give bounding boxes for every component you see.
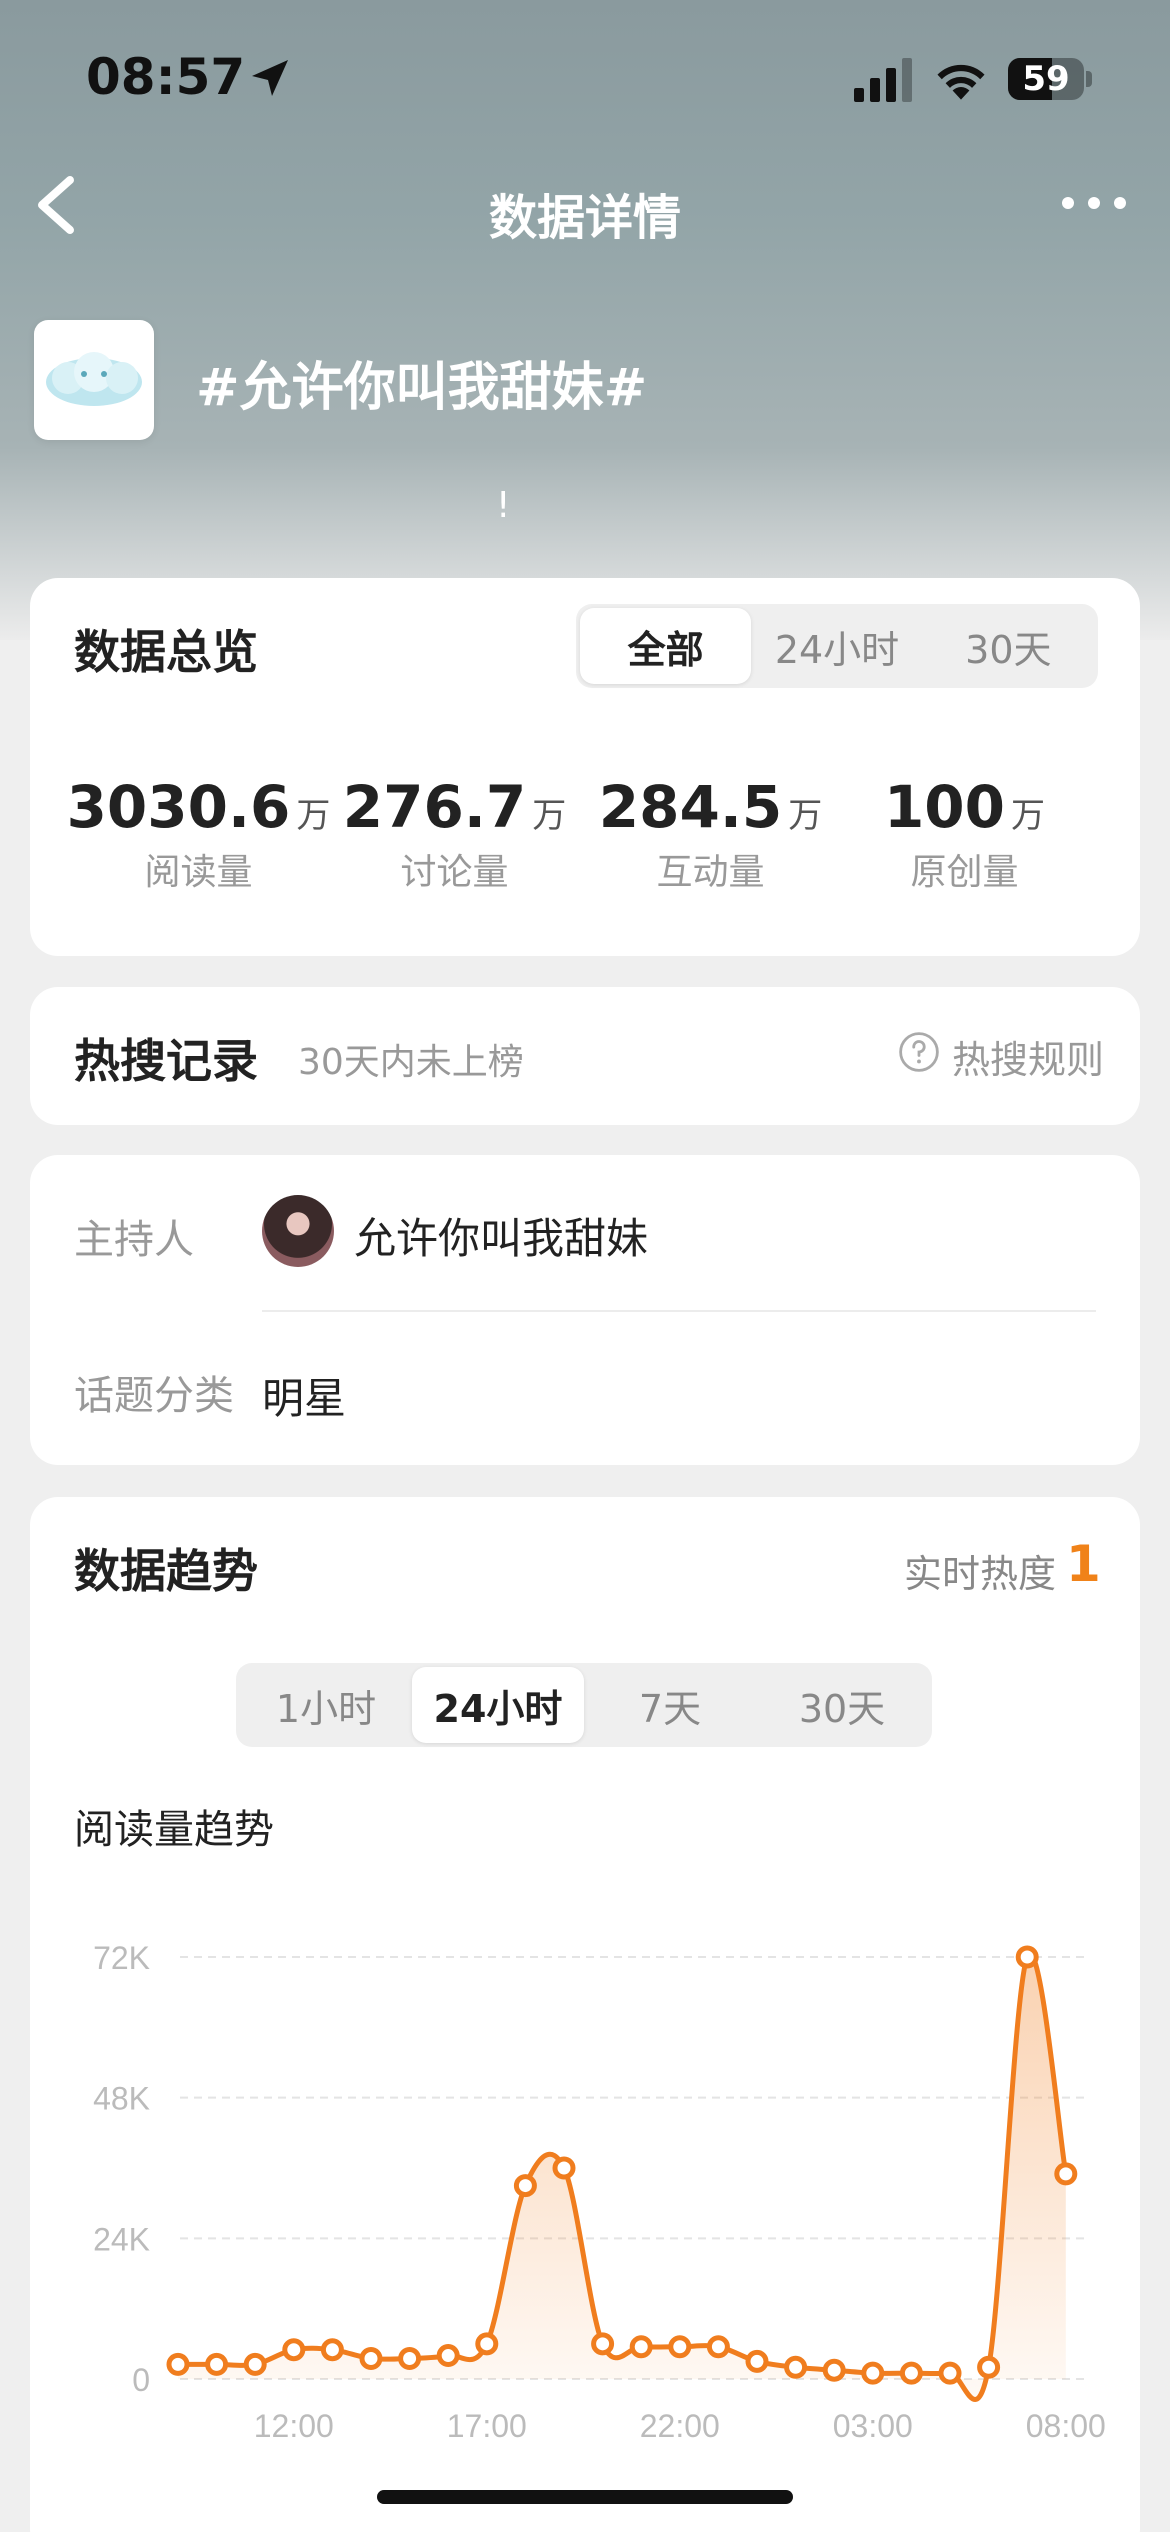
data-point [629,2335,653,2359]
info-divider [262,1310,1096,1312]
hot-search-rule-link[interactable]: 热搜规则 [952,1029,1104,1084]
data-point [591,2332,615,2356]
trend-tab-7d[interactable]: 7天 [584,1667,756,1743]
data-point [166,2352,190,2376]
x-tick-label: 17:00 [447,2408,527,2444]
y-tick-label: 24K [93,2221,150,2257]
stat-discussions-unit: 万 [532,796,567,836]
y-tick-label: 48K [93,2081,150,2117]
overview-tab-30d[interactable]: 30天 [923,608,1094,684]
overview-tab-all[interactable]: 全部 [580,608,752,684]
status-bar: 08:57 59 [0,40,1170,120]
stat-originals-value: 100 [883,773,1006,841]
stat-discussions-value: 276.7 [342,773,527,841]
host-label: 主持人 [74,1217,194,1263]
stat-originals-unit: 万 [1011,796,1046,836]
hot-search-card[interactable]: 热搜记录 30天内未上榜 热搜规则 [30,987,1140,1125]
data-point [205,2352,229,2376]
y-tick-label: 72K [93,1940,150,1976]
location-arrow-icon [252,60,288,96]
home-indicator [377,2490,793,2504]
overview-tabs: 全部 24小时 30天 [576,604,1098,688]
stat-originals-label: 原创量 [910,852,1019,893]
x-tick-label: 08:00 [1026,2408,1106,2444]
wifi-icon [937,64,985,100]
data-point [822,2358,846,2382]
data-point [899,2361,923,2385]
trend-tab-24h[interactable]: 24小时 [412,1667,584,1743]
status-time: 08:57 [86,48,246,106]
topic-title: #允许你叫我甜妹# [196,358,648,418]
hot-search-title: 热搜记录 [74,1034,258,1088]
trend-tab-30d[interactable]: 30天 [756,1667,928,1743]
data-point [706,2335,730,2359]
data-point [1015,1945,1039,1969]
x-tick-label: 03:00 [833,2408,913,2444]
data-point [282,2338,306,2362]
battery-level: 59 [1022,59,1070,99]
host-avatar[interactable] [262,1195,334,1267]
data-point [977,2355,1001,2379]
data-point [938,2361,962,2385]
data-point [861,2361,885,2385]
area-fill [178,1953,1066,2400]
read-trend-chart: 0 24K 48K 72K 12:00 17:00 22:00 03:00 08:00 [93,1940,1106,2444]
data-point [784,2355,808,2379]
cellular-signal-icon [854,58,912,102]
data-point [436,2344,460,2368]
stat-discussions-label: 讨论量 [400,852,509,893]
data-point [398,2346,422,2370]
stat-discussions: 276.7 万 讨论量 [316,773,593,895]
overview-card: 数据总览 全部 24小时 30天 3030.6 万 阅读量 276.7 万 讨论量 … [30,578,1140,956]
data-point [359,2346,383,2370]
topic-info-card: 主持人 允许你叫我甜妹 话题分类 明星 [30,1155,1140,1465]
realtime-heat-label: 实时热度 [904,1552,1057,1596]
stat-interactions-unit: 万 [788,796,823,836]
stat-reads-value: 3030.6 [66,773,291,841]
data-point [668,2335,692,2359]
series-line [177,1951,1069,2402]
category-value: 明星 [262,1374,347,1423]
stat-reads: 3030.6 万 阅读量 [60,773,337,895]
trend-tabs: 1小时 24小时 7天 30天 [236,1663,932,1747]
data-point [475,2332,499,2356]
topic-thumbnail [34,320,154,440]
data-point [552,2156,576,2180]
y-tick-label: 0 [132,2362,150,2398]
overview-tab-24h[interactable]: 24小时 [751,608,922,684]
data-point [243,2352,267,2376]
stat-originals: 100 万 原创量 [826,773,1103,895]
x-tick-label: 12:00 [254,2408,334,2444]
overview-stats: 3030.6 万 阅读量 276.7 万 讨论量 284.5 万 互动量 100 万 原… [30,773,1140,903]
more-icon[interactable] [1058,190,1130,216]
chart-title: 阅读量趋势 [74,1807,274,1853]
page-title: 数据详情 [488,190,681,246]
data-point [320,2338,344,2362]
hero-mark: ! [496,485,511,526]
stat-interactions-label: 互动量 [656,852,765,893]
stat-interactions: 284.5 万 互动量 [572,773,849,895]
nav-bar: 数据详情 [0,160,1170,250]
trend-tab-1h[interactable]: 1小时 [240,1667,412,1743]
data-point [1054,2162,1078,2186]
host-name[interactable]: 允许你叫我甜妹 [354,1205,648,1266]
stat-interactions-value: 284.5 [598,773,783,841]
help-circle-icon[interactable] [898,1031,940,1073]
trend-title: 数据趋势 [74,1544,258,1598]
hot-search-subtitle: 30天内未上榜 [298,1042,524,1083]
trend-card: 数据趋势 实时热度 1 1小时 24小时 7天 30天 阅读量趋势 0 24K 48… [30,1497,1140,2532]
overview-title: 数据总览 [74,625,258,679]
data-point [745,2349,769,2373]
x-tick-label: 22:00 [640,2408,720,2444]
data-point [513,2174,537,2198]
realtime-heat-value: 1 [1066,1535,1101,1593]
battery-icon: 59 [1008,58,1092,100]
category-label: 话题分类 [74,1373,234,1419]
stat-reads-label: 阅读量 [144,852,253,893]
